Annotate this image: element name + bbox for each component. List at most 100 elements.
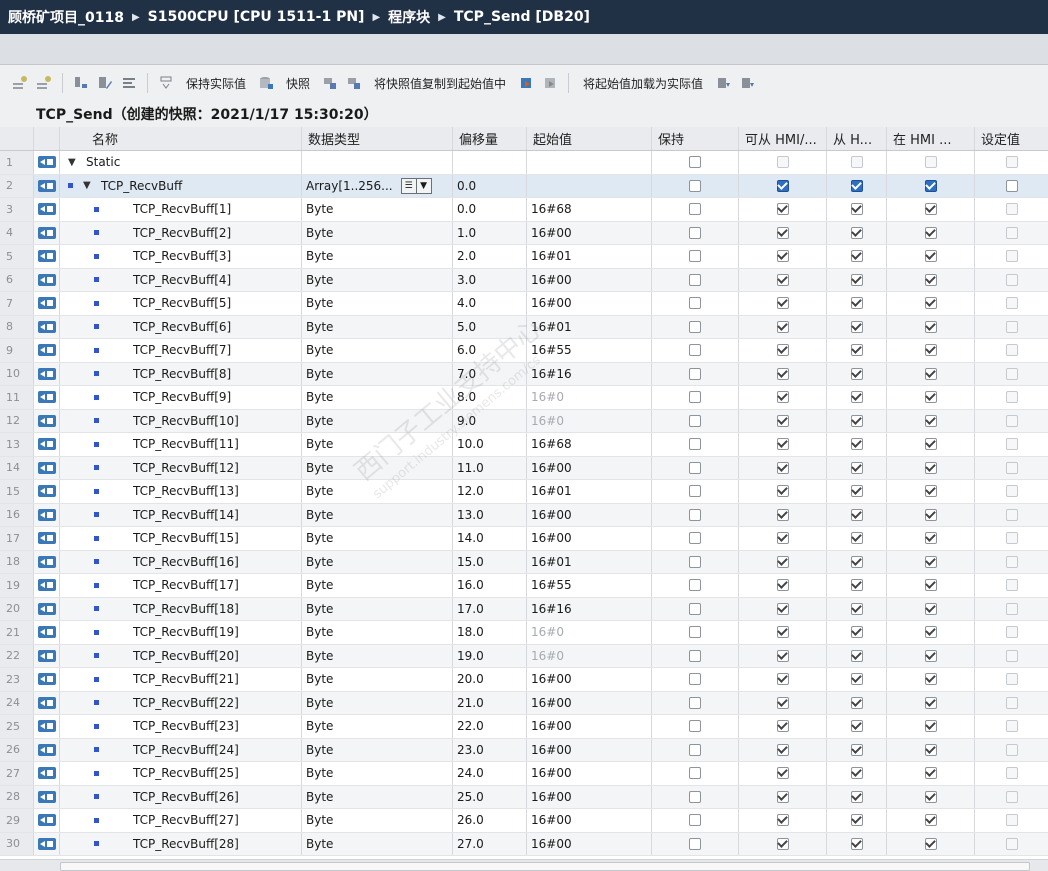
hmi-from-cell[interactable]	[827, 480, 887, 503]
table-row[interactable]: 25 TCP_RecvBuff[23] Byte 22.0 16#00	[0, 715, 1048, 739]
download-icon[interactable]	[715, 75, 731, 91]
hmi-access-cell[interactable]	[739, 809, 827, 832]
hmi-from-cell[interactable]	[827, 315, 887, 338]
hmi-in-cell[interactable]	[887, 245, 975, 268]
setpoint-checkbox[interactable]	[1005, 438, 1018, 451]
retain-cell[interactable]	[652, 221, 739, 244]
hmi-access-checkbox[interactable]	[776, 814, 789, 827]
start-value-cell[interactable]: 16#01	[527, 550, 652, 573]
hmi-from-checkbox[interactable]	[850, 508, 863, 521]
type-cell[interactable]	[302, 151, 453, 174]
table-row[interactable]: 5 TCP_RecvBuff[3] Byte 2.0 16#01	[0, 245, 1048, 269]
hmi-access-cell[interactable]	[739, 691, 827, 714]
breadcrumb-cpu[interactable]: S1500CPU [CPU 1511-1 PN]	[148, 9, 365, 25]
type-cell[interactable]: Byte	[302, 362, 453, 385]
name-cell[interactable]: TCP_RecvBuff[4]	[60, 268, 302, 291]
list-icon[interactable]: ☰	[402, 178, 417, 193]
name-cell[interactable]: TCP_RecvBuff[21]	[60, 668, 302, 691]
name-cell[interactable]: TCP_RecvBuff[23]	[60, 715, 302, 738]
name-cell[interactable]: TCP_RecvBuff[7]	[60, 339, 302, 362]
setpoint-cell[interactable]	[975, 668, 1048, 691]
type-cell[interactable]: Byte	[302, 456, 453, 479]
setpoint-checkbox[interactable]	[1005, 602, 1018, 615]
hmi-in-cell[interactable]	[887, 433, 975, 456]
type-cell[interactable]: Byte	[302, 292, 453, 315]
table-row[interactable]: 21 TCP_RecvBuff[19] Byte 18.0 16#0	[0, 621, 1048, 645]
download-all-icon[interactable]	[739, 75, 755, 91]
hmi-access-checkbox[interactable]	[776, 673, 789, 686]
start-value-cell[interactable]: 16#00	[527, 527, 652, 550]
setpoint-checkbox[interactable]	[1005, 649, 1018, 662]
hmi-in-checkbox[interactable]	[924, 179, 937, 192]
retain-cell[interactable]	[652, 527, 739, 550]
setpoint-checkbox[interactable]	[1005, 626, 1018, 639]
start-value-cell[interactable]: 16#01	[527, 315, 652, 338]
hmi-in-cell[interactable]	[887, 480, 975, 503]
retain-checkbox[interactable]	[689, 438, 701, 451]
setpoint-cell[interactable]	[975, 339, 1048, 362]
hmi-access-cell[interactable]	[739, 668, 827, 691]
hmi-in-cell[interactable]	[887, 151, 975, 174]
type-cell[interactable]: Byte	[302, 715, 453, 738]
hmi-in-cell[interactable]	[887, 409, 975, 432]
type-cell[interactable]: Byte	[302, 527, 453, 550]
setpoint-checkbox[interactable]	[1005, 297, 1018, 310]
hmi-from-cell[interactable]	[827, 245, 887, 268]
load-start-icon[interactable]	[518, 75, 534, 91]
hmi-from-checkbox[interactable]	[850, 461, 863, 474]
start-value-cell[interactable]: 16#00	[527, 785, 652, 808]
hmi-from-cell[interactable]	[827, 762, 887, 785]
hmi-from-cell[interactable]	[827, 785, 887, 808]
retain-cell[interactable]	[652, 762, 739, 785]
hmi-in-checkbox[interactable]	[924, 602, 937, 615]
hmi-in-cell[interactable]	[887, 785, 975, 808]
retain-cell[interactable]	[652, 268, 739, 291]
table-row[interactable]: 23 TCP_RecvBuff[21] Byte 20.0 16#00	[0, 668, 1048, 692]
type-cell[interactable]: Byte	[302, 409, 453, 432]
name-cell[interactable]: TCP_RecvBuff[24]	[60, 738, 302, 761]
hmi-from-checkbox[interactable]	[850, 156, 863, 169]
copy-snapshot-button[interactable]: 将快照值复制到起始值中	[374, 75, 506, 92]
hmi-access-checkbox[interactable]	[776, 767, 789, 780]
hmi-access-cell[interactable]	[739, 151, 827, 174]
retain-cell[interactable]	[652, 715, 739, 738]
setpoint-cell[interactable]	[975, 598, 1048, 621]
start-value-cell[interactable]: 16#00	[527, 503, 652, 526]
start-value-cell[interactable]: 16#00	[527, 762, 652, 785]
hmi-in-checkbox[interactable]	[924, 814, 937, 827]
setpoint-cell[interactable]	[975, 621, 1048, 644]
retain-checkbox[interactable]	[689, 720, 701, 733]
hmi-from-checkbox[interactable]	[850, 485, 863, 498]
hmi-access-cell[interactable]	[739, 832, 827, 855]
setpoint-cell[interactable]	[975, 574, 1048, 597]
hmi-from-checkbox[interactable]	[850, 555, 863, 568]
name-cell[interactable]: TCP_RecvBuff[11]	[60, 433, 302, 456]
hmi-in-cell[interactable]	[887, 386, 975, 409]
hmi-from-cell[interactable]	[827, 292, 887, 315]
name-cell[interactable]: ▼ Static	[60, 151, 302, 174]
start-value-cell[interactable]: 16#00	[527, 738, 652, 761]
hmi-access-cell[interactable]	[739, 409, 827, 432]
hmi-in-cell[interactable]	[887, 268, 975, 291]
hmi-access-cell[interactable]	[739, 292, 827, 315]
type-cell[interactable]: Byte	[302, 268, 453, 291]
setpoint-checkbox[interactable]	[1005, 367, 1018, 380]
setpoint-cell[interactable]	[975, 480, 1048, 503]
edit-icon[interactable]	[97, 75, 113, 91]
retain-checkbox[interactable]	[689, 344, 701, 357]
retain-checkbox[interactable]	[689, 367, 701, 380]
retain-checkbox[interactable]	[689, 461, 701, 474]
setpoint-checkbox[interactable]	[1005, 273, 1018, 286]
table-row[interactable]: 13 TCP_RecvBuff[11] Byte 10.0 16#68	[0, 433, 1048, 457]
hmi-from-checkbox[interactable]	[850, 673, 863, 686]
start-value-cell[interactable]: 16#16	[527, 362, 652, 385]
hmi-in-checkbox[interactable]	[924, 649, 937, 662]
retain-cell[interactable]	[652, 315, 739, 338]
setpoint-checkbox[interactable]	[1005, 320, 1018, 333]
type-cell[interactable]: Byte	[302, 315, 453, 338]
start-value-cell[interactable]: 16#55	[527, 574, 652, 597]
hmi-in-checkbox[interactable]	[924, 344, 937, 357]
hmi-access-cell[interactable]	[739, 221, 827, 244]
dropdown-arrow-icon[interactable]: ▼	[417, 179, 431, 193]
hmi-from-checkbox[interactable]	[850, 720, 863, 733]
